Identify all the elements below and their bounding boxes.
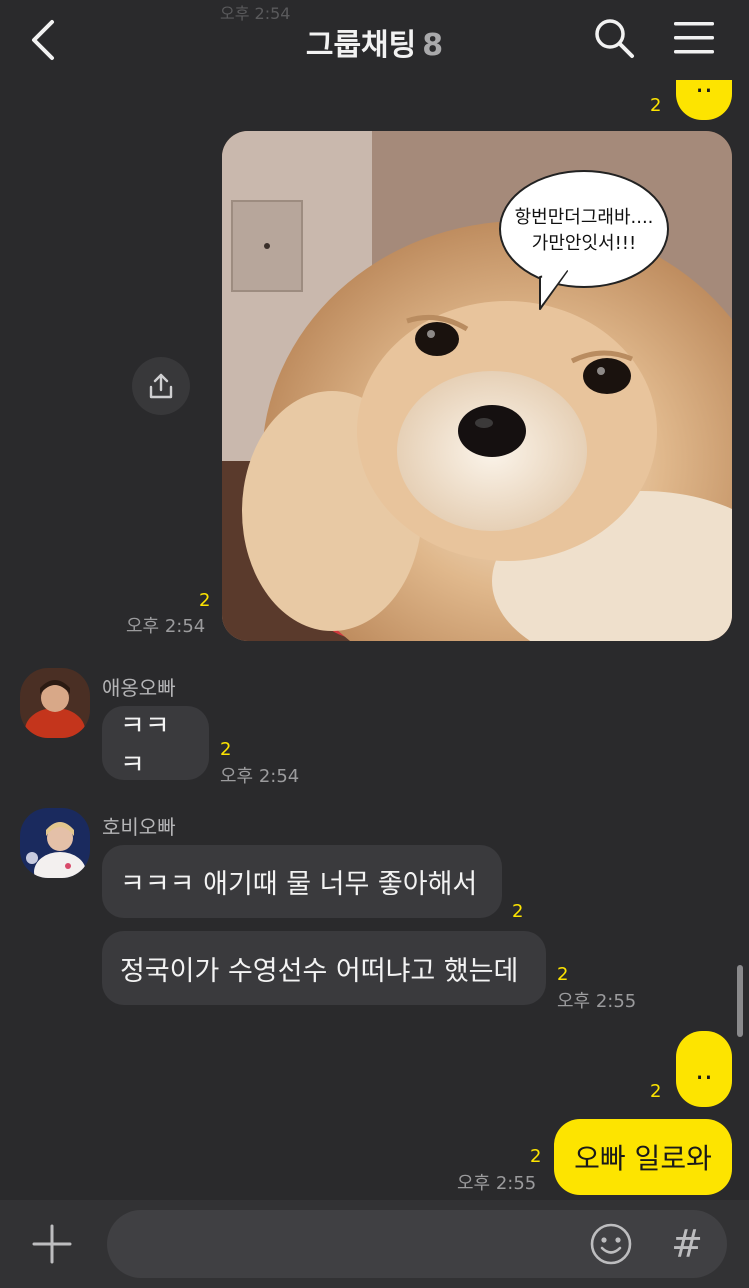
speech-line-2: 가만안잇서!!! xyxy=(532,233,636,254)
emoji-button[interactable] xyxy=(589,1222,633,1266)
pomeranian-photo: 항번만더그래바.... 가만안잇서!!! xyxy=(222,131,732,641)
unread-count: 2 xyxy=(199,590,211,611)
message-time: 오후 2:55 xyxy=(557,991,637,1012)
share-button[interactable] xyxy=(132,357,190,415)
chat-header: 오후 2:54 그룹채팅 8 xyxy=(0,0,749,80)
search-icon xyxy=(595,19,634,58)
message-input-box: # xyxy=(107,1210,727,1280)
unread-count: 2 xyxy=(530,1146,542,1167)
avatar-aeong-image xyxy=(20,668,90,738)
search-button[interactable] xyxy=(592,16,636,60)
avatar[interactable] xyxy=(20,668,90,738)
plus-icon xyxy=(32,1224,72,1264)
hamburger-menu-icon xyxy=(674,22,714,54)
message-time: 오후 2:54 xyxy=(220,766,300,787)
my-message-bubble[interactable]: 오빠 일로와 xyxy=(554,1119,732,1195)
chat-title: 그룹채팅 xyxy=(305,28,417,63)
message-time: 오후 2:55 xyxy=(457,1173,537,1194)
sender-name: 호비오빠 xyxy=(102,815,176,839)
hashtag-button[interactable]: # xyxy=(663,1216,711,1272)
page-title: 그룹채팅 8 xyxy=(0,20,749,64)
avatar-hobi-image xyxy=(20,808,90,878)
attach-button[interactable] xyxy=(30,1222,74,1266)
scrollbar[interactable] xyxy=(737,965,743,1037)
smiley-icon xyxy=(590,1223,632,1265)
my-message-bubble[interactable]: .. xyxy=(676,1031,732,1107)
message-input[interactable] xyxy=(127,1210,571,1280)
unread-count: 2 xyxy=(512,901,524,922)
unread-count: 2 xyxy=(650,1081,662,1102)
unread-count: 2 xyxy=(650,95,662,116)
other-message-bubble[interactable]: ㅋㅋㅋ xyxy=(102,706,209,781)
avatar[interactable] xyxy=(20,808,90,878)
speech-line-1: 항번만더그래바.... xyxy=(515,207,654,228)
photo-message[interactable]: 항번만더그래바.... 가만안잇서!!! xyxy=(222,131,732,641)
unread-count: 2 xyxy=(220,739,232,760)
member-count: 8 xyxy=(422,28,444,63)
input-bar: # xyxy=(0,1200,749,1288)
menu-button[interactable] xyxy=(670,18,718,58)
other-message-bubble[interactable]: 정국이가 수영선수 어떠냐고 했는데 xyxy=(102,931,546,1005)
other-message-bubble[interactable]: ㅋㅋㅋ 애기때 물 너무 좋아해서 xyxy=(102,845,502,918)
message-time: 오후 2:54 xyxy=(126,616,206,637)
sender-name: 애옹오빠 xyxy=(102,676,176,700)
unread-count: 2 xyxy=(557,964,569,985)
share-icon xyxy=(149,373,173,399)
